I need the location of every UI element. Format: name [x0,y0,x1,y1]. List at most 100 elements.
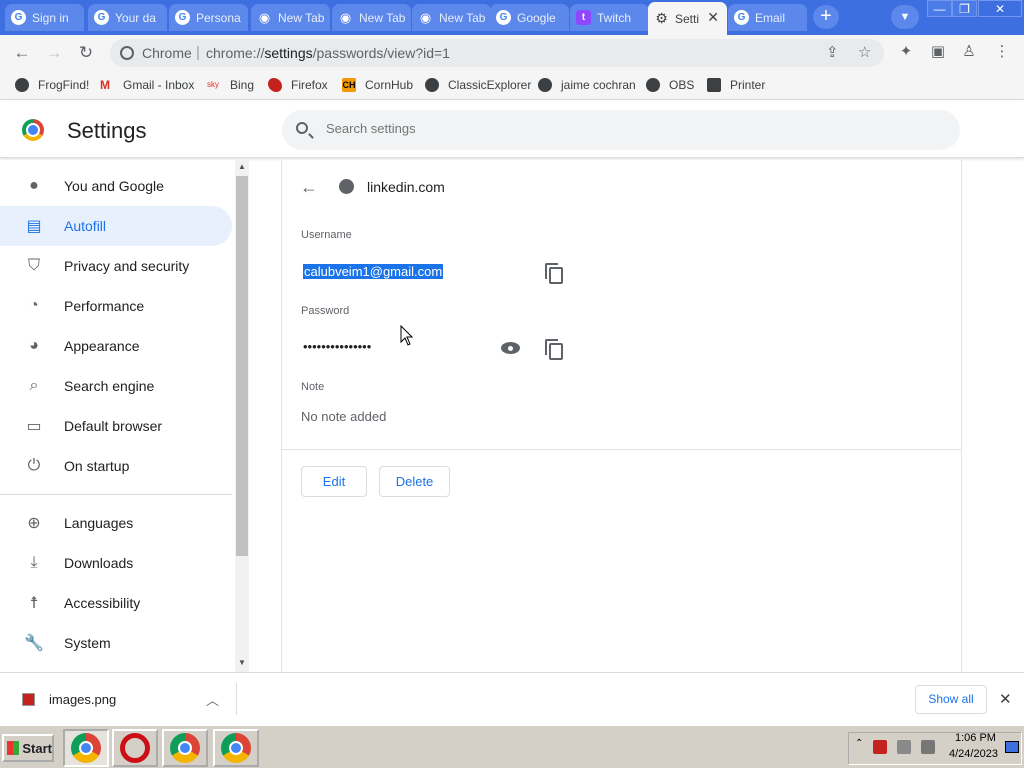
tab-new-tab-1[interactable]: ◉ New Tab [251,4,330,31]
minimize-button[interactable]: — [927,0,952,17]
bookmark-firefox[interactable]: Firefox [268,76,328,94]
globe-icon [425,78,439,92]
edit-button[interactable]: Edit [301,466,367,497]
menu-kebab-icon[interactable]: ⋮ [991,42,1013,60]
scroll-down-arrow[interactable]: ▼ [235,656,249,670]
sidebar-item-on-startup[interactable]: ⏻ On startup [0,446,232,486]
new-tab-button[interactable]: + [813,5,839,29]
profile-avatar[interactable]: ♙ [958,42,980,60]
sidebar-item-downloads[interactable]: ⤓ Downloads [0,543,232,583]
sidebar-scroll-thumb[interactable] [236,176,248,556]
bookmark-jaime-cochran[interactable]: jaime cochran [538,76,636,94]
wrench-icon: 🔧 [24,635,44,652]
sidebar-item-default-browser[interactable]: ▭ Default browser [0,406,232,446]
globe-icon: ⊕ [27,515,41,532]
scroll-up-arrow[interactable]: ▲ [235,160,249,174]
page-title: Settings [67,118,147,143]
tab-google[interactable]: G Google [490,4,569,31]
taskbar-chrome-2[interactable] [162,729,208,767]
copy-password-icon[interactable] [545,339,563,360]
close-shelf-icon[interactable]: ✕ [999,690,1012,708]
bookmark-gmail[interactable]: M Gmail - Inbox [100,76,194,94]
sidebar-item-accessibility[interactable]: ☨ Accessibility [0,583,232,623]
sidebar-item-search-engine[interactable]: ⌕ Search engine [0,366,232,406]
restore-button[interactable]: ❐ [952,0,977,17]
bing-icon: sky [207,80,219,89]
person-icon: ● [29,177,39,194]
start-button[interactable]: Start [2,734,54,762]
tab-sign-in[interactable]: G Sign in [5,4,84,31]
password-label: Password [301,305,350,317]
google-icon: G [496,10,511,25]
frogfind-icon [15,78,29,92]
tab-new-tab-3[interactable]: ◉ New Tab [412,4,491,31]
tab-new-tab-2[interactable]: ◉ New Tab [332,4,411,31]
password-field[interactable]: ••••••••••••••• [303,339,371,354]
tab-search-button[interactable]: ▼ [891,5,919,29]
card-divider [282,449,961,450]
username-field[interactable]: calubveim1@gmail.com [303,264,444,279]
clock-time[interactable]: 1:06 PM [955,732,996,744]
sidebar-item-autofill[interactable]: ▤ Autofill [0,206,232,246]
chrome-icon [170,733,200,763]
sidebar-item-privacy[interactable]: ⛉ Privacy and security [0,246,232,286]
address-bar[interactable]: Chrome | chrome://settings/passwords/vie… [110,39,884,67]
sidebar-item-performance[interactable]: ◔ Performance [0,286,232,326]
sidebar-item-you-and-google[interactable]: ● You and Google [0,166,232,206]
google-icon: G [11,10,26,25]
tab-your-data[interactable]: G Your da [88,4,167,31]
tray-expand-icon[interactable]: ⌃ [855,738,863,749]
window-close-button[interactable]: ✕ [978,0,1022,17]
back-button[interactable]: ← [11,42,33,64]
cornhub-icon: CH [342,78,356,92]
copy-username-icon[interactable] [545,263,563,284]
globe-icon [538,78,552,92]
search-input[interactable] [326,121,926,136]
tab-twitch[interactable]: t Twitch [570,4,649,31]
delete-button[interactable]: Delete [379,466,450,497]
url-text[interactable]: chrome://settings/passwords/view?id=1 [206,45,450,61]
show-password-eye-icon[interactable] [501,342,520,354]
tray-network-icon[interactable] [897,740,911,754]
reload-button[interactable]: ↻ [75,42,97,64]
address-separator: | [196,44,200,61]
back-arrow-icon[interactable]: ← [300,177,318,198]
tab-email[interactable]: G Email [728,4,807,31]
clipboard-icon: ▤ [26,218,42,235]
globe-icon: ◉ [339,9,352,25]
bookmark-printer[interactable]: Printer [707,76,765,94]
taskbar-chrome-3[interactable] [213,729,259,767]
tab-settings[interactable]: ⚙ Setti ✕ [648,2,727,35]
google-icon: G [734,10,749,25]
bookmark-star-icon[interactable]: ☆ [858,43,871,61]
share-icon[interactable]: ⇪ [826,43,839,61]
side-panel-icon[interactable]: ▣ [927,42,949,60]
browser-icon: ▭ [26,418,42,435]
close-tab-icon[interactable]: ✕ [707,9,719,26]
bookmark-obs[interactable]: OBS [646,76,694,94]
sidebar-item-system[interactable]: 🔧 System [0,623,232,663]
clock-date[interactable]: 4/24/2023 [949,748,998,760]
sidebar-item-appearance[interactable]: ◕ Appearance [0,326,232,366]
tray-volume-icon[interactable] [921,740,935,754]
sidebar-item-languages[interactable]: ⊕ Languages [0,503,232,543]
globe-icon [646,78,660,92]
taskbar-opera[interactable] [112,729,158,767]
tray-monitor-icon[interactable] [1005,741,1019,753]
settings-search-box[interactable] [282,110,960,150]
forward-button[interactable]: → [43,42,65,64]
extensions-icon[interactable]: ✦ [895,42,917,60]
tray-flag-icon[interactable] [873,740,887,754]
note-value: No note added [301,409,387,424]
gear-icon: ⚙ [655,10,668,26]
bookmark-cornhub[interactable]: CH CornHub [342,76,413,94]
bookmark-classicexplorer[interactable]: ClassicExplorer [425,76,531,94]
bookmark-bing[interactable]: sky Bing [207,76,254,94]
taskbar-chrome-1[interactable] [63,729,109,767]
bookmark-frogfind[interactable]: FrogFind! [15,76,89,94]
chevron-up-icon[interactable]: ︿ [206,690,219,709]
tab-personal[interactable]: G Persona [169,4,248,31]
download-filename[interactable]: images.png [49,692,116,707]
image-file-icon [22,693,35,706]
show-all-button[interactable]: Show all [915,685,987,714]
